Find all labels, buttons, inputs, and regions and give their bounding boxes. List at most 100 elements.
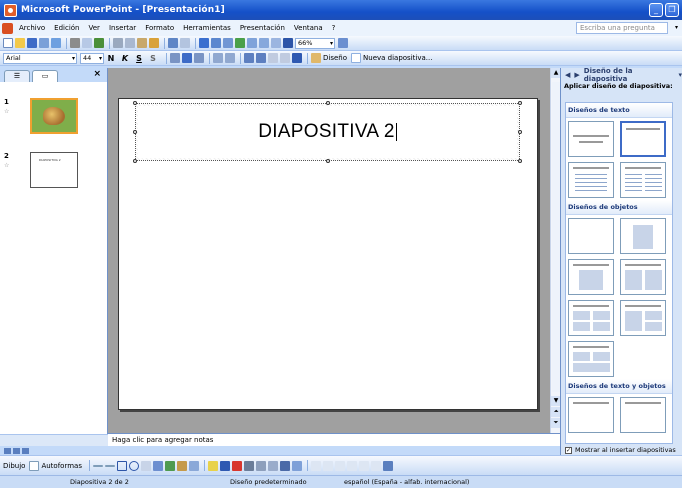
menu-formato[interactable]: Formato [145,24,174,32]
resize-handle[interactable] [518,130,522,134]
tables-borders-icon[interactable] [223,38,233,48]
bullets-icon[interactable] [225,53,235,63]
layout-title-only[interactable] [620,121,666,157]
notes-pane[interactable]: Haga clic para agregar notas [108,433,560,446]
scroll-track[interactable] [552,82,560,392]
layout-object-text[interactable] [620,397,666,433]
font-size-select[interactable]: 44 [80,52,104,64]
align-center-icon[interactable] [182,53,192,63]
undo-icon[interactable] [168,38,178,48]
save-icon[interactable] [27,38,37,48]
decrease-font-icon[interactable] [256,53,266,63]
font-color-draw-icon[interactable] [231,460,242,471]
menu-help[interactable]: ? [332,24,336,32]
tab-outline[interactable]: ☰ [4,70,30,82]
line-icon[interactable] [92,464,103,467]
font-name-select[interactable]: Arial [3,52,77,64]
style-icon[interactable] [382,460,393,471]
numbering-icon[interactable] [213,53,223,63]
title-placeholder[interactable]: DIAPOSITIVA 2 [133,101,522,163]
draw-menu-button[interactable]: Dibujo [3,462,25,470]
font-color-icon[interactable] [292,53,302,63]
clipart-icon[interactable] [176,460,187,471]
slideshow-view-icon[interactable] [22,447,29,454]
zoom-select[interactable]: 66% [295,37,335,49]
help-dropdown-icon[interactable]: ▾ [675,24,678,31]
insert-chart-icon[interactable] [199,38,209,48]
restore-button[interactable]: ❐ [665,3,679,17]
oval-icon[interactable] [128,460,139,471]
resize-handle[interactable] [133,130,137,134]
resize-handle[interactable] [518,101,522,105]
document-icon[interactable] [2,22,13,34]
diagram-icon[interactable] [164,460,175,471]
spelling-icon[interactable] [94,38,104,48]
show-formatting-icon[interactable] [259,38,269,48]
layout-two-columns[interactable] [620,162,666,198]
align-left-icon[interactable] [170,53,180,63]
powerpoint-app-icon[interactable] [4,3,17,17]
resize-handle[interactable] [518,159,522,163]
arrow-style-icon[interactable] [267,460,278,471]
increase-indent-icon[interactable] [280,53,290,63]
slide-thumbnail-2[interactable]: DIAPOSITIVA 2 [30,152,78,188]
menu-edicion[interactable]: Edición [54,24,79,32]
layouts-list[interactable]: Diseños de texto Diseños de objetos Dise… [565,102,673,444]
help-search-input[interactable]: Escriba una pregunta [576,22,668,34]
layout-title-two-content[interactable] [620,259,666,295]
menu-archivo[interactable]: Archivo [19,24,45,32]
picture-icon[interactable] [188,460,199,471]
layout-title-text[interactable] [568,162,614,198]
design-icon[interactable] [311,53,321,63]
shadow-style-icon[interactable] [279,460,290,471]
dash-style-icon[interactable] [255,460,266,471]
slide-canvas[interactable]: DIAPOSITIVA 2 [118,98,538,410]
redo-icon[interactable] [180,38,190,48]
increase-font-icon[interactable] [244,53,254,63]
cut-icon[interactable] [113,38,123,48]
select-objects-icon[interactable] [29,460,40,471]
layout-title-content-stack[interactable] [568,341,614,377]
text-box-icon[interactable] [140,460,151,471]
new-slide-button[interactable]: Nueva diapositiva... [363,54,432,62]
email-icon[interactable] [51,38,61,48]
layout-title-content-mixed[interactable] [620,300,666,336]
format-painter-icon[interactable] [149,38,159,48]
menu-presentacion[interactable]: Presentación [240,24,285,32]
arrow-icon[interactable] [104,464,115,467]
wordart-icon[interactable] [152,460,163,471]
tab-slides[interactable]: ▭ [32,70,58,82]
forward-icon[interactable]: ▶ [574,71,579,79]
menu-ver[interactable]: Ver [89,24,100,32]
copy-icon[interactable] [125,38,135,48]
back-icon[interactable]: ◀ [565,71,570,79]
close-pane-icon[interactable]: × [93,69,101,79]
sorter-view-icon[interactable] [13,447,20,454]
rectangle-icon[interactable] [116,460,127,471]
menu-herramientas[interactable]: Herramientas [183,24,231,32]
print-preview-icon[interactable] [82,38,92,48]
pane-scrollbar[interactable] [0,434,108,446]
slide-title-text[interactable]: DIAPOSITIVA 2 [258,121,395,143]
paste-icon[interactable] [137,38,147,48]
line-style-icon[interactable] [243,460,254,471]
permission-icon[interactable] [39,38,49,48]
resize-handle[interactable] [326,159,330,163]
show-on-insert-option[interactable]: ✓ Mostrar al insertar diapositivas [565,445,681,455]
layout-text-object[interactable] [568,397,614,433]
show-grid-icon[interactable] [271,38,281,48]
layout-blank[interactable] [568,218,614,254]
show-on-insert-checkbox[interactable]: ✓ [565,446,572,454]
resize-handle[interactable] [133,159,137,163]
line-color-icon[interactable] [219,460,230,471]
menu-insertar[interactable]: Insertar [109,24,136,32]
bold-button[interactable]: N [107,54,115,63]
autoshapes-button[interactable]: Autoformas [41,462,82,470]
new-slide-icon[interactable] [351,53,362,63]
task-pane-dropdown-icon[interactable]: ▾ [678,71,682,79]
layout-content[interactable] [620,218,666,254]
resize-handle[interactable] [326,101,330,105]
design-button[interactable]: Diseño [323,54,347,62]
color-grayscale-icon[interactable] [283,38,293,48]
align-right-icon[interactable] [194,53,204,63]
